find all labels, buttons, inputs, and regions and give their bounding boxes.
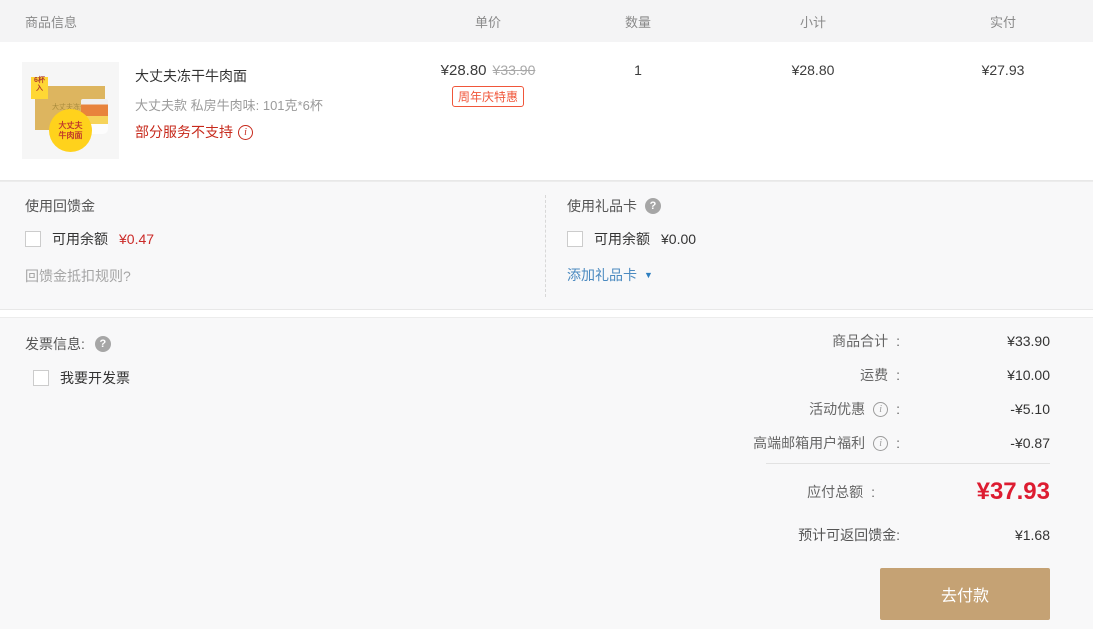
promo-discount-info-icon[interactable]: i xyxy=(873,402,888,417)
invoice-block: 发票信息: ? 我要开发票 xyxy=(25,334,130,388)
summary-row-goods-total: 商品合计 : ¥33.90 xyxy=(533,324,1050,358)
invoice-checkbox-row: 我要开发票 xyxy=(33,368,130,388)
product-details: 大丈夫冻干牛肉面 大丈夫款 私房牛肉味: 101克*6杯 部分服务不支持 i xyxy=(119,62,323,159)
table-header: 商品信息 单价 数量 小计 实付 xyxy=(0,0,1093,42)
quantity-cell: 1 xyxy=(563,62,713,159)
original-price: ¥33.90 xyxy=(493,62,536,78)
rebate-checkbox[interactable] xyxy=(25,231,41,247)
column-header-paid: 实付 xyxy=(913,12,1093,31)
product-corner-tag: 6杯入 xyxy=(31,77,48,99)
summary-row-shipping: 运费 : ¥10.00 xyxy=(533,358,1050,392)
summary-value: -¥5.10 xyxy=(900,401,1050,417)
checkout-page: 商品信息 单价 数量 小计 实付 大丈夫冻干牛肉面 6杯入 大丈夫 牛肉面 xyxy=(0,0,1093,629)
product-name-link[interactable]: 大丈夫冻干牛肉面 xyxy=(135,66,323,86)
subtotal-cell: ¥28.80 xyxy=(713,62,913,159)
product-thumbnail[interactable]: 大丈夫冻干牛肉面 6杯入 大丈夫 牛肉面 xyxy=(22,62,119,159)
product-circle-label: 大丈夫 牛肉面 xyxy=(49,109,92,152)
rebate-title: 使用回馈金 xyxy=(25,196,154,216)
summary-row-mailbox-benefit: 高端邮箱用户福利 i : -¥0.87 xyxy=(533,426,1050,460)
total-due-label: 应付总额 xyxy=(807,482,863,502)
column-header-product: 商品信息 xyxy=(0,12,413,31)
paid-cell: ¥27.93 xyxy=(913,62,1093,159)
summary-label: 运费 xyxy=(860,365,888,385)
gift-card-title: 使用礼品卡 xyxy=(567,196,637,216)
mailbox-benefit-info-icon[interactable]: i xyxy=(873,436,888,451)
product-spec: 大丈夫款 私房牛肉味: 101克*6杯 xyxy=(135,95,323,114)
service-restriction-note: 部分服务不支持 i xyxy=(135,122,323,142)
total-due-value: ¥37.93 xyxy=(875,478,1050,506)
invoice-title-row: 发票信息: ? xyxy=(25,334,130,354)
quantity-value: 1 xyxy=(634,62,642,78)
product-circle-line2: 牛肉面 xyxy=(59,131,83,141)
vertical-divider xyxy=(545,195,546,297)
service-restriction-text: 部分服务不支持 xyxy=(135,122,233,142)
gift-card-checkbox[interactable] xyxy=(567,231,583,247)
column-header-quantity: 数量 xyxy=(563,12,713,31)
gift-card-balance-row: 可用余额 ¥0.00 xyxy=(567,229,696,249)
gift-card-balance-value: ¥0.00 xyxy=(661,231,696,247)
gift-card-title-row: 使用礼品卡 ? xyxy=(567,196,696,216)
rebate-balance-value: ¥0.47 xyxy=(119,231,154,247)
rebate-block: 使用回馈金 可用余额 ¥0.47 回馈金抵扣规则? xyxy=(25,196,154,286)
add-gift-card-label: 添加礼品卡 xyxy=(567,265,637,285)
order-summary: 商品合计 : ¥33.90 运费 : ¥10.00 活动优惠 i : -¥5.1… xyxy=(533,324,1093,620)
rebate-return-label: 预计可返回馈金: xyxy=(798,525,900,545)
chevron-down-icon: ▼ xyxy=(644,270,653,280)
rebate-balance-label: 可用余额 xyxy=(52,229,108,249)
invoice-summary-section: 发票信息: ? 我要开发票 商品合计 : ¥33.90 运费 : ¥10.00 … xyxy=(0,317,1093,629)
column-header-subtotal: 小计 xyxy=(713,12,913,31)
summary-value: ¥10.00 xyxy=(900,367,1050,383)
summary-label: 活动优惠 xyxy=(809,399,865,419)
invoice-help-icon[interactable]: ? xyxy=(95,336,111,352)
column-header-unit-price: 单价 xyxy=(413,12,563,31)
service-info-icon[interactable]: i xyxy=(238,125,253,140)
product-circle-line1: 大丈夫 xyxy=(59,121,83,131)
current-price: ¥28.80 xyxy=(441,62,487,79)
add-gift-card-link[interactable]: 添加礼品卡 ▼ xyxy=(567,265,696,285)
product-info-cell: 大丈夫冻干牛肉面 6杯入 大丈夫 牛肉面 大丈夫冻干牛肉面 大丈夫款 私房牛肉味… xyxy=(0,62,413,159)
price-line: ¥28.80 ¥33.90 xyxy=(413,62,563,80)
rebate-return-row: 预计可返回馈金: ¥1.68 xyxy=(533,520,1050,550)
invoice-title: 发票信息: xyxy=(25,334,85,354)
rebate-rules-link[interactable]: 回馈金抵扣规则? xyxy=(25,266,154,286)
pay-button[interactable]: 去付款 xyxy=(880,568,1050,620)
summary-label: 高端邮箱用户福利 xyxy=(753,433,865,453)
invoice-checkbox-label: 我要开发票 xyxy=(60,368,130,388)
summary-value: -¥0.87 xyxy=(900,435,1050,451)
invoice-checkbox[interactable] xyxy=(33,370,49,386)
paid-value: ¥27.93 xyxy=(982,62,1025,78)
rebate-return-value: ¥1.68 xyxy=(900,527,1050,543)
summary-row-promo-discount: 活动优惠 i : -¥5.10 xyxy=(533,392,1050,426)
table-row: 大丈夫冻干牛肉面 6杯入 大丈夫 牛肉面 大丈夫冻干牛肉面 大丈夫款 私房牛肉味… xyxy=(0,42,1093,159)
gift-card-block: 使用礼品卡 ? 可用余额 ¥0.00 添加礼品卡 ▼ xyxy=(567,196,696,285)
total-due-row: 应付总额 : ¥37.93 xyxy=(533,464,1050,520)
unit-price-cell: ¥28.80 ¥33.90 周年庆特惠 xyxy=(413,62,563,159)
order-items-section: 商品信息 单价 数量 小计 实付 大丈夫冻干牛肉面 6杯入 大丈夫 牛肉面 xyxy=(0,0,1093,181)
summary-label: 商品合计 xyxy=(832,331,888,351)
rebate-balance-row: 可用余额 ¥0.47 xyxy=(25,229,154,249)
summary-value: ¥33.90 xyxy=(900,333,1050,349)
payment-options-section: 使用回馈金 可用余额 ¥0.47 回馈金抵扣规则? 使用礼品卡 ? 可用余额 ¥… xyxy=(0,181,1093,310)
gift-card-help-icon[interactable]: ? xyxy=(645,198,661,214)
gift-card-balance-label: 可用余额 xyxy=(594,229,650,249)
promo-badge: 周年庆特惠 xyxy=(452,86,524,107)
subtotal-value: ¥28.80 xyxy=(792,62,835,78)
